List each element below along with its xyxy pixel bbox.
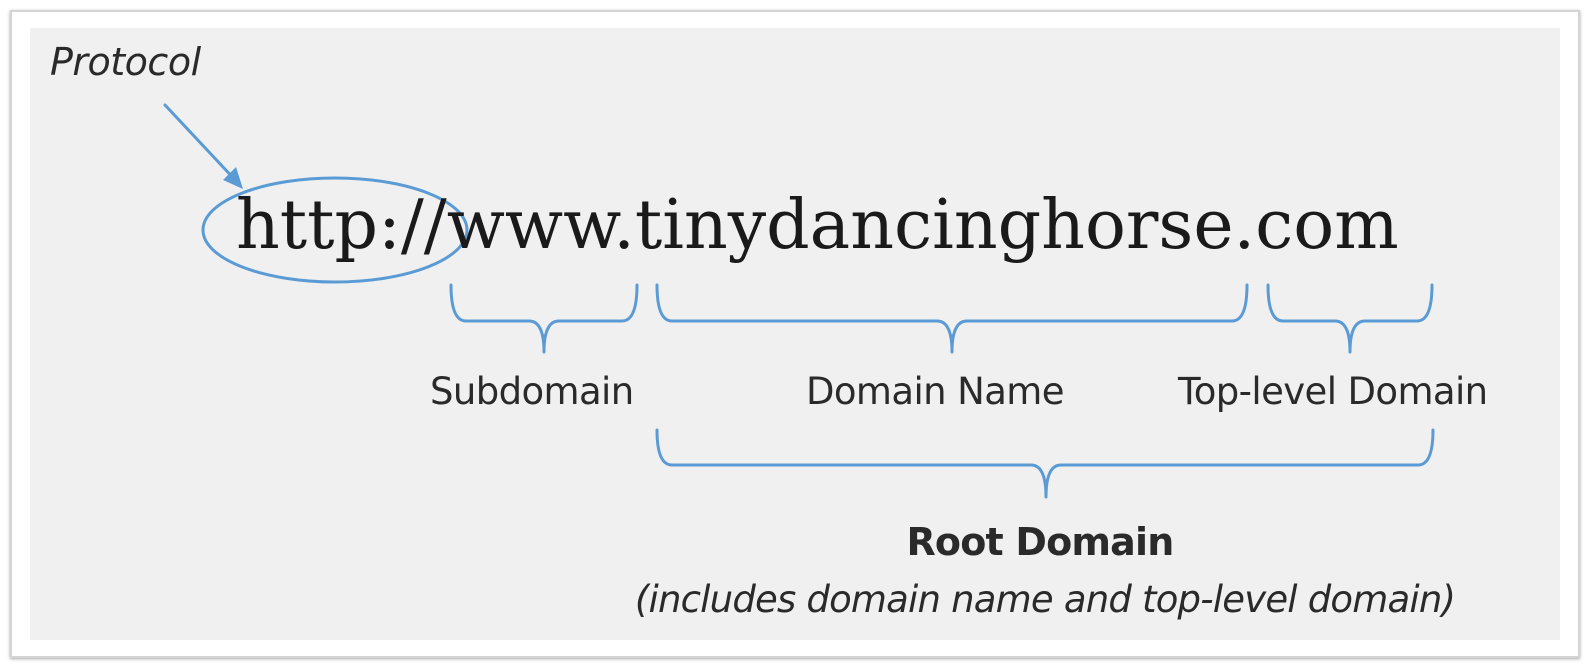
tld-brace <box>1266 283 1434 354</box>
url-text: http://www.tinydancinghorse.com <box>236 186 1399 265</box>
subdomain-label: Subdomain <box>430 370 634 413</box>
subdomain-brace <box>449 283 639 354</box>
protocol-arrow <box>163 103 243 189</box>
annotation-overlay <box>163 103 1435 499</box>
protocol-label: Protocol <box>50 40 201 84</box>
root-domain-label: Root Domain <box>906 520 1174 564</box>
tld-label: Top-level Domain <box>1178 370 1488 413</box>
root-domain-note: (includes domain name and top-level doma… <box>634 578 1456 621</box>
domain-name-label: Domain Name <box>806 370 1065 413</box>
domain-name-brace <box>655 283 1249 354</box>
root-domain-brace <box>655 428 1435 499</box>
